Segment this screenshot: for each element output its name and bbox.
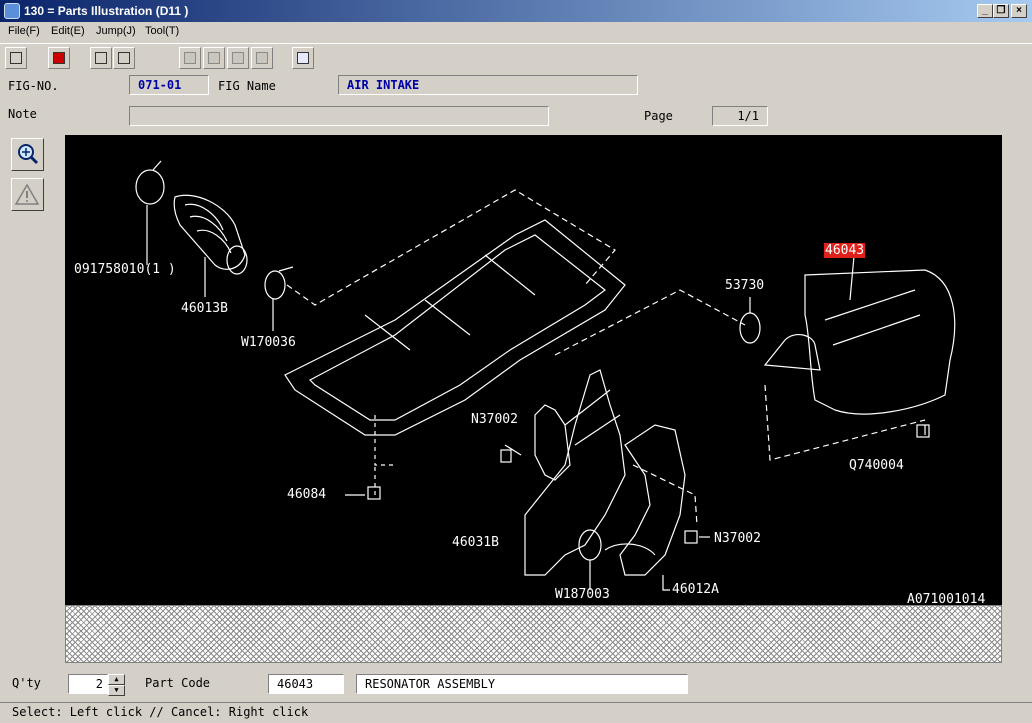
page-next-icon xyxy=(256,52,268,64)
part-label[interactable]: N37002 xyxy=(471,412,518,427)
fig-next-icon xyxy=(208,52,220,64)
note-label: Note xyxy=(8,107,37,121)
fig-name-field[interactable]: AIR INTAKE xyxy=(338,75,638,95)
qty-label: Q'ty xyxy=(12,676,41,690)
menu-tool[interactable]: Tool(T) xyxy=(145,25,179,37)
status-bar: Select: Left click // Cancel: Right clic… xyxy=(0,702,1032,723)
edit-button[interactable] xyxy=(48,47,70,69)
search-alert-icon xyxy=(297,52,309,64)
part-label[interactable]: 46012A xyxy=(672,582,719,597)
fig-no-label: FIG-NO. xyxy=(8,79,59,93)
qty-stepper[interactable]: ▲ ▼ xyxy=(108,674,125,696)
page-next-button[interactable] xyxy=(251,47,273,69)
fig-name-label: FIG Name xyxy=(218,79,276,93)
increment-icon[interactable]: ▲ xyxy=(108,674,125,685)
status-text: Select: Left click // Cancel: Right clic… xyxy=(12,705,309,719)
part-label[interactable]: 091758010(1 ) xyxy=(74,262,176,277)
zoom-in-button[interactable] xyxy=(11,138,44,171)
part-label[interactable]: 46013B xyxy=(181,301,228,316)
warning-icon xyxy=(14,183,40,205)
search-alert-button[interactable] xyxy=(292,47,314,69)
minimize-button[interactable]: _ xyxy=(977,4,993,18)
copy-all-icon xyxy=(118,52,130,64)
part-label[interactable]: W187003 xyxy=(555,587,610,602)
qty-field[interactable]: 2 xyxy=(68,674,108,694)
window-title: 130 = Parts Illustration (D11 ) xyxy=(24,4,189,18)
print-icon xyxy=(10,52,22,64)
copy-button[interactable] xyxy=(90,47,112,69)
page-field: 1/1 xyxy=(712,106,768,126)
part-label[interactable]: N37002 xyxy=(714,531,761,546)
part-label[interactable]: 53730 xyxy=(725,278,764,293)
part-code-field[interactable]: 46043 xyxy=(268,674,344,694)
part-code-label: Part Code xyxy=(145,676,211,690)
part-label[interactable]: 46031B xyxy=(452,535,499,550)
print-button[interactable] xyxy=(5,47,27,69)
page-prev-button[interactable] xyxy=(227,47,249,69)
menu-file[interactable]: File(F) xyxy=(8,25,40,37)
page-prev-icon xyxy=(232,52,244,64)
close-button[interactable]: × xyxy=(1011,4,1027,18)
decrement-icon[interactable]: ▼ xyxy=(108,685,125,696)
part-label-selected[interactable]: 46043 xyxy=(824,243,866,258)
part-name-field: RESONATOR ASSEMBLY xyxy=(356,674,688,694)
fig-no-field[interactable]: 071-01 xyxy=(129,75,209,95)
drawing-code: A071001014 xyxy=(907,592,986,605)
app-icon xyxy=(4,3,20,19)
fig-prev-button[interactable] xyxy=(179,47,201,69)
parts-illustration[interactable]: 091758010(1 ) 46013B W170036 46043 53730… xyxy=(65,135,1002,605)
copy-all-button[interactable] xyxy=(113,47,135,69)
warning-button[interactable] xyxy=(11,178,44,211)
edit-icon xyxy=(53,52,65,64)
fig-next-button[interactable] xyxy=(203,47,225,69)
zoom-in-icon xyxy=(18,144,39,165)
menu-jump[interactable]: Jump(J) xyxy=(96,25,136,37)
toolbar xyxy=(0,43,1032,71)
part-label[interactable]: W170036 xyxy=(241,335,296,350)
note-field[interactable] xyxy=(129,106,549,126)
part-label[interactable]: 46084 xyxy=(287,487,326,502)
title-bar: 130 = Parts Illustration (D11 ) _ ❐ × xyxy=(0,0,1032,22)
menu-bar: File(F) Edit(E) Jump(J) Tool(T) xyxy=(0,22,1032,42)
fig-prev-icon xyxy=(184,52,196,64)
page-label: Page xyxy=(644,109,673,123)
copy-icon xyxy=(95,52,107,64)
part-label[interactable]: Q740004 xyxy=(849,458,904,473)
restore-button[interactable]: ❐ xyxy=(993,4,1009,18)
menu-edit[interactable]: Edit(E) xyxy=(51,25,85,37)
parts-list-area xyxy=(65,605,1002,663)
diagram-drawing xyxy=(135,160,956,591)
